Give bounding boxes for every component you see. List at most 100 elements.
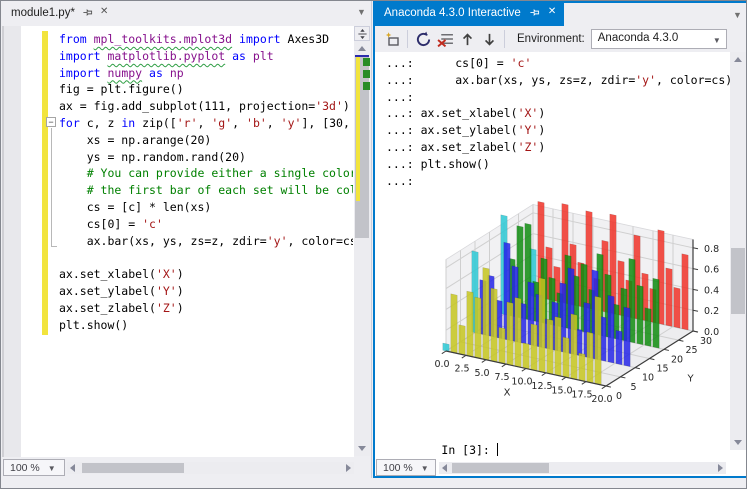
code-line: from mpl_toolkits.mplot3d import Axes3D (59, 31, 353, 48)
code-line: import numpy as np (59, 65, 353, 82)
environment-select[interactable]: Anaconda 4.3.0 ▼ (591, 29, 727, 49)
scroll-right-icon[interactable] (718, 464, 723, 472)
zoom-value: 100 % (383, 462, 413, 474)
code-line: ax.bar(xs, ys, zs=z, zdir='y', color=cs) (59, 233, 353, 250)
tab-list-chevron-icon[interactable]: ▼ (357, 7, 366, 17)
svg-text:0.4: 0.4 (704, 285, 719, 296)
svg-text:2.5: 2.5 (454, 363, 469, 374)
editor-hscroll-thumb[interactable] (82, 463, 184, 473)
chevron-down-icon: ▼ (421, 464, 429, 473)
code-line: ys = np.random.rand(20) (59, 149, 353, 166)
code-line: # the first bar of each set will be colo… (59, 182, 353, 199)
environment-value: Anaconda 4.3.0 (598, 32, 679, 44)
interactive-console[interactable]: ...: cs[0] = 'c'...: ax.bar(xs, ys, zs=z… (375, 52, 730, 457)
scroll-left-icon[interactable] (442, 464, 447, 472)
code-line (59, 249, 353, 266)
code-line: ...: cs[0] = 'c' (386, 55, 730, 72)
chevron-down-icon: ▼ (48, 464, 56, 473)
interactive-pane: Anaconda 4.3.0 Interactive ✕ ▼ (373, 1, 747, 478)
code-line: cs[0] = 'c' (59, 216, 353, 233)
breakpoint-margin[interactable] (2, 26, 21, 457)
svg-text:0.2: 0.2 (704, 306, 719, 317)
environment-label: Environment: (517, 33, 585, 45)
toolbar-separator (504, 30, 505, 48)
code-line: plt.show() (59, 317, 353, 334)
changed-lines-mark (356, 57, 360, 201)
code-line: ...: ax.set_xlabel('X') (386, 105, 730, 122)
history-previous-button[interactable] (456, 28, 478, 50)
clear-screen-icon (437, 31, 454, 48)
console-horizontal-scrollbar[interactable] (439, 462, 726, 474)
scroll-down-icon[interactable] (358, 446, 366, 451)
clear-screen-button[interactable] (434, 28, 456, 50)
arrow-up-icon (460, 32, 475, 47)
scroll-right-icon[interactable] (346, 464, 351, 472)
interactive-toolbar: Environment: Anaconda 4.3.0 ▼ (375, 26, 746, 52)
matplotlib-3d-bar-chart: 0.02.55.07.510.012.515.017.520.0X0510152… (389, 187, 730, 429)
code-text[interactable]: from mpl_toolkits.mplot3d import Axes3Di… (59, 31, 353, 371)
svg-text:15.0: 15.0 (551, 385, 572, 396)
new-window-icon (384, 31, 400, 47)
code-line: ax.set_zlabel('Z') (59, 300, 353, 317)
prompt-text: In [3]: (441, 443, 496, 457)
code-line: ...: (386, 89, 730, 106)
console-vertical-scrollbar[interactable] (730, 52, 746, 450)
tab-anaconda-interactive[interactable]: Anaconda 4.3.0 Interactive ✕ (375, 3, 564, 26)
code-line: # You can provide either a single color … (59, 165, 353, 182)
editor-vertical-scrollbar[interactable] (354, 41, 370, 456)
close-icon[interactable]: ✕ (548, 7, 556, 17)
code-line: ...: ax.set_ylabel('Y') (386, 122, 730, 139)
svg-text:7.5: 7.5 (494, 372, 509, 383)
close-icon[interactable]: ✕ (100, 7, 108, 17)
code-line: xs = np.arange(20) (59, 132, 353, 149)
console-hscroll-thumb[interactable] (452, 463, 549, 473)
editor-pane: module1.py* ✕ ▼ − from mpl_toolkits.mplo… (1, 1, 372, 478)
svg-text:20.0: 20.0 (591, 394, 612, 405)
console-zoom-control[interactable]: 100 % ▼ (376, 459, 436, 476)
code-line: ...: ax.bar(xs, ys, zs=z, zdir='y', colo… (386, 72, 730, 89)
code-line: ...: plt.show() (386, 156, 730, 173)
tab-module1[interactable]: module1.py* ✕ (3, 4, 114, 26)
toolbar-separator (407, 30, 408, 48)
svg-text:0.0: 0.0 (704, 327, 719, 338)
pin-icon[interactable] (82, 7, 93, 18)
scroll-down-icon[interactable] (734, 440, 742, 445)
history-next-button[interactable] (478, 28, 500, 50)
editor-zoom-control[interactable]: 100 % ▼ (3, 459, 65, 476)
code-line: ...: ax.set_zlabel('Z') (386, 139, 730, 156)
scroll-up-icon[interactable] (358, 46, 366, 51)
code-line: ax.set_ylabel('Y') (59, 283, 353, 300)
code-line: ax = fig.add_subplot(111, projection='3d… (59, 98, 353, 115)
editor-tab-strip: module1.py* ✕ ▼ (1, 1, 371, 26)
editor-split-handle[interactable] (354, 26, 370, 41)
saved-change-mark (363, 70, 370, 78)
code-line: import matplotlib.pyplot as plt (59, 48, 353, 65)
pin-icon[interactable] (529, 7, 540, 18)
editor-horizontal-scrollbar[interactable] (67, 462, 354, 474)
code-line: cs = [c] * len(xs) (59, 199, 353, 216)
saved-change-mark (363, 82, 370, 90)
tab-title: module1.py* (11, 7, 75, 19)
restart-kernel-button[interactable] (412, 28, 434, 50)
tab-list-chevron-icon[interactable]: ▼ (733, 10, 742, 20)
interactive-tab-strip: Anaconda 4.3.0 Interactive ✕ ▼ (375, 3, 746, 26)
console-vscroll-thumb[interactable] (731, 248, 745, 314)
scroll-up-icon[interactable] (734, 57, 742, 62)
tab-title: Anaconda 4.3.0 Interactive (384, 7, 521, 19)
restart-icon (415, 31, 432, 48)
new-interactive-window-button[interactable] (381, 28, 403, 50)
split-icon (357, 28, 368, 40)
pane-border (373, 476, 747, 478)
zoom-value: 100 % (10, 462, 40, 474)
svg-text:5.0: 5.0 (474, 368, 489, 379)
svg-text:0.0: 0.0 (434, 359, 449, 370)
arrow-down-icon (482, 32, 497, 47)
console-prompt[interactable]: In [3]: (386, 425, 498, 457)
svg-text:Y: Y (686, 374, 694, 385)
scroll-left-icon[interactable] (70, 464, 75, 472)
fold-collapse-box[interactable]: − (46, 117, 56, 127)
text-cursor (497, 443, 498, 456)
fold-guide-line (51, 128, 57, 247)
svg-text:10.0: 10.0 (511, 377, 532, 388)
code-line: ax.set_xlabel('X') (59, 266, 353, 283)
